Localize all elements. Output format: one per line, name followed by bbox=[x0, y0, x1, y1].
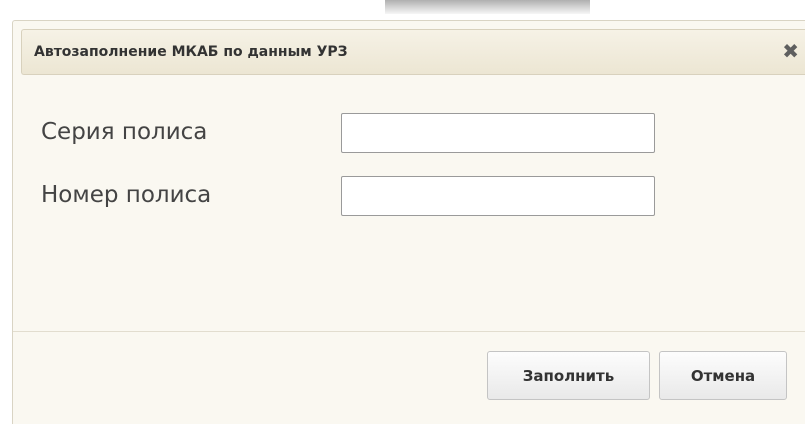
fill-button[interactable]: Заполнить bbox=[487, 351, 650, 400]
policy-series-row: Серия полиса bbox=[41, 113, 681, 155]
footer-divider bbox=[13, 331, 805, 332]
background-window-edge bbox=[385, 0, 590, 14]
cancel-button[interactable]: Отмена bbox=[659, 351, 787, 400]
policy-number-label: Номер полиса bbox=[41, 182, 212, 208]
dialog-titlebar[interactable]: Автозаполнение МКАБ по данным УРЗ ✖ bbox=[21, 29, 805, 75]
autofill-dialog: Автозаполнение МКАБ по данным УРЗ ✖ Сери… bbox=[12, 20, 805, 424]
close-icon[interactable]: ✖ bbox=[782, 39, 799, 63]
policy-number-input[interactable] bbox=[341, 176, 655, 216]
dialog-title: Автозаполнение МКАБ по данным УРЗ bbox=[34, 44, 348, 60]
policy-number-row: Номер полиса bbox=[41, 176, 681, 218]
policy-series-input[interactable] bbox=[341, 113, 655, 153]
policy-series-label: Серия полиса bbox=[41, 119, 208, 145]
